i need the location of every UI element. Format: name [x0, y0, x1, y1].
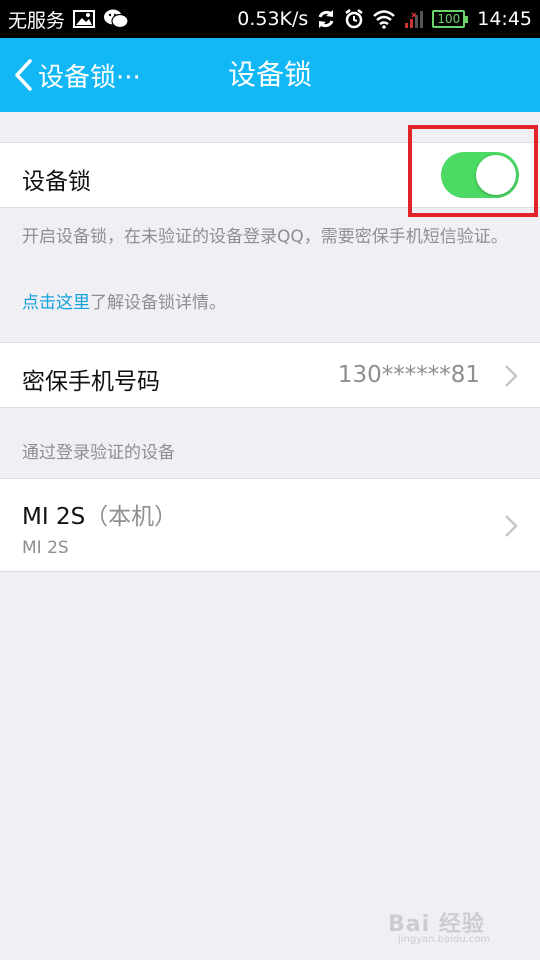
- device-name: MI 2S（本机）: [22, 497, 177, 531]
- details-link[interactable]: 点击这里: [22, 293, 90, 313]
- clock: 14:45: [477, 8, 532, 30]
- network-speed: 0.53K/s: [237, 8, 309, 30]
- wifi-icon: [372, 9, 396, 29]
- baidu-watermark-url: jingyan.baidu.com: [398, 934, 491, 945]
- signal-icon: [404, 9, 424, 29]
- highlight-annotation-box: [408, 125, 538, 217]
- back-chevron-icon: [15, 59, 32, 91]
- back-button[interactable]: 设备锁···: [12, 38, 141, 112]
- wechat-icon: [103, 8, 129, 30]
- alarm-icon: [344, 9, 364, 29]
- device-model: MI 2S: [22, 538, 69, 558]
- status-bar: 无服务 0.53K/s 100 14:45: [0, 0, 540, 38]
- details-link-suffix: 了解设备锁详情。: [90, 293, 226, 313]
- verified-devices-header: 通过登录验证的设备: [22, 443, 175, 463]
- status-bar-right: 0.53K/s 100 14:45: [237, 8, 532, 30]
- device-lock-description: 开启设备锁，在未验证的设备登录QQ，需要密保手机短信验证。: [22, 227, 508, 247]
- device-chevron-right-icon: [505, 515, 518, 537]
- title-bar: 设备锁··· 设备锁: [0, 38, 540, 112]
- device-lock-label: 设备锁: [22, 169, 91, 195]
- device-name-text: MI 2S: [22, 504, 86, 530]
- secure-phone-label: 密保手机号码: [22, 369, 160, 395]
- carrier-text: 无服务: [8, 9, 66, 32]
- details-link-line: 点击这里了解设备锁详情。: [22, 288, 226, 313]
- image-icon: [73, 10, 96, 28]
- secure-phone-row[interactable]: 密保手机号码 130******81: [0, 342, 540, 408]
- back-label: 设备锁···: [38, 62, 141, 93]
- chevron-right-icon: [505, 365, 518, 387]
- status-bar-left: 无服务: [8, 6, 129, 33]
- battery-icon: 100: [432, 10, 469, 28]
- secure-phone-value: 130******81: [337, 362, 480, 388]
- sync-icon: [316, 9, 336, 29]
- device-local-tag: （本机）: [85, 504, 178, 530]
